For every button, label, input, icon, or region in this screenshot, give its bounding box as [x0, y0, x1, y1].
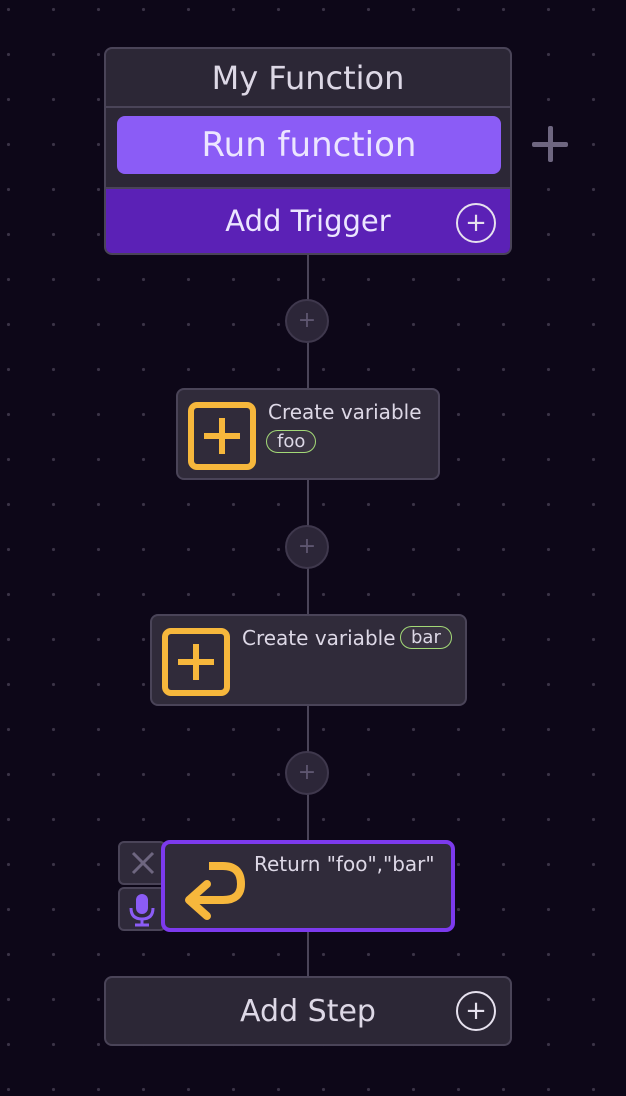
add-step-label: Add Step — [240, 993, 376, 1029]
step-label: Return "foo","bar" — [254, 852, 435, 876]
add-trigger-plus-icon[interactable]: + — [456, 203, 496, 243]
add-step-button[interactable]: Add Step + — [104, 976, 512, 1046]
add-box-icon — [188, 402, 256, 470]
add-trigger-label: Add Trigger — [225, 204, 391, 238]
function-title: My Function — [211, 59, 405, 97]
add-function-plus-icon[interactable] — [530, 124, 570, 164]
connector-line — [307, 932, 309, 977]
function-card: My Function Run function Add Trigger + — [104, 47, 512, 255]
close-icon — [131, 851, 155, 875]
step-create-variable-bar[interactable]: Create variable bar — [150, 614, 467, 706]
delete-step-button[interactable] — [118, 841, 166, 885]
divider — [106, 106, 510, 108]
voice-input-button[interactable] — [118, 887, 166, 931]
variable-tag: bar — [400, 626, 452, 649]
add-step-plus-icon[interactable]: + — [456, 991, 496, 1031]
variable-tag: foo — [266, 430, 317, 453]
step-return[interactable]: Return "foo","bar" — [161, 840, 455, 932]
insert-step-button[interactable]: + — [285, 525, 329, 569]
step-create-variable-foo[interactable]: Create variable foo — [176, 388, 440, 480]
step-label: Create variable — [242, 626, 396, 650]
add-box-icon — [162, 628, 230, 696]
insert-step-button[interactable]: + — [285, 751, 329, 795]
return-arrow-icon — [185, 862, 245, 920]
step-label: Create variable — [268, 400, 422, 424]
insert-step-button[interactable]: + — [285, 299, 329, 343]
run-function-button[interactable]: Run function — [117, 116, 501, 174]
microphone-icon — [129, 894, 155, 927]
add-trigger-button[interactable]: Add Trigger + — [106, 187, 510, 253]
